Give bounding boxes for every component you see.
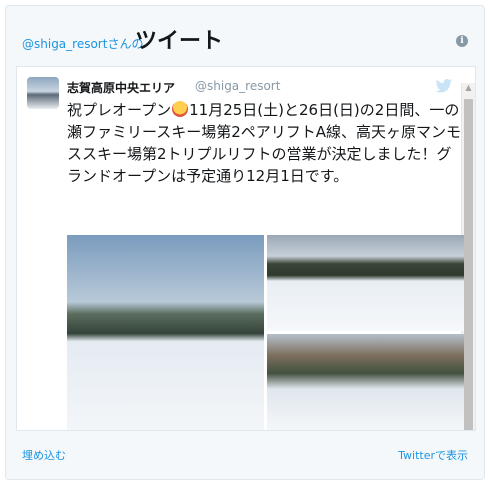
media-photo-1[interactable] <box>67 235 264 430</box>
tweet-media-grid <box>67 235 464 430</box>
header-handle-text[interactable]: @shiga_resort <box>22 37 107 51</box>
tweet-text: 祝プレオープン 11月25日(土)と26日(日)の2日間、一の瀬ファミリースキー場… <box>67 99 462 187</box>
header-title: ツイート <box>135 29 224 54</box>
embed-link[interactable]: 埋め込む <box>22 447 66 463</box>
tweet-text-before-emoji: 祝プレオープン <box>67 101 172 119</box>
media-photo-2[interactable] <box>267 235 464 331</box>
avatar[interactable] <box>27 77 59 109</box>
timeline-header: @shiga_resortさんの ツイート i <box>6 6 484 66</box>
media-photo-3[interactable] <box>267 334 464 430</box>
scroll-thumb[interactable] <box>464 99 473 430</box>
embedded-timeline-widget: @shiga_resortさんの ツイート i 志賀高原中央エリア @shiga… <box>5 5 485 480</box>
author-screen-name[interactable]: @shiga_resort <box>195 79 280 93</box>
party-emoji-icon <box>172 101 189 117</box>
author-name[interactable]: 志賀高原中央エリア <box>67 79 175 96</box>
tweet-card: 志賀高原中央エリア @shiga_resort ▲ 祝プレオープン 11月25日(… <box>16 66 476 431</box>
scroll-up-arrow-icon[interactable]: ▲ <box>462 83 475 95</box>
header-handle[interactable]: @shiga_resortさんの <box>22 35 143 52</box>
timeline-footer: 埋め込む Twitterで表示 <box>6 431 484 479</box>
info-icon[interactable]: i <box>456 35 468 47</box>
twitter-bird-icon[interactable] <box>435 79 453 93</box>
view-on-twitter-link[interactable]: Twitterで表示 <box>398 447 468 463</box>
